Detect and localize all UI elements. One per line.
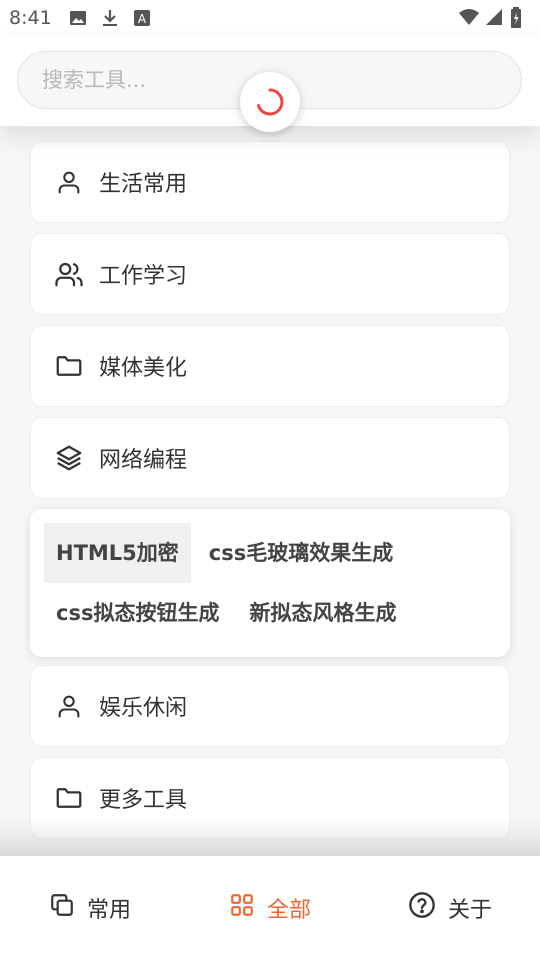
nav-common[interactable]: 常用 [0, 856, 180, 960]
category-label: 娱乐休闲 [99, 696, 188, 721]
loading-spinner [240, 72, 300, 132]
category-label: 生活常用 [99, 172, 188, 197]
users-icon [53, 258, 85, 290]
nav-about[interactable]: 关于 [360, 856, 540, 960]
wifi-icon [458, 7, 479, 27]
category-card-network[interactable]: 网络编程 [30, 417, 510, 499]
category-card-media[interactable]: 媒体美化 [30, 325, 510, 407]
folder-icon [53, 350, 85, 382]
nav-label: 关于 [447, 898, 492, 923]
svg-text:A: A [138, 12, 147, 26]
status-time: 8:41 [9, 7, 52, 29]
category-list: 生活常用 工作学习 媒体美化 网络编程 HTML5加密 css毛玻璃效果生成 c… [30, 141, 510, 849]
user-icon [53, 690, 85, 722]
nav-label: 全部 [266, 898, 311, 923]
signal-icon [484, 7, 504, 27]
category-label: 媒体美化 [99, 356, 188, 381]
text-icon: A [132, 8, 152, 28]
subtool-chip[interactable]: css毛玻璃效果生成 [197, 523, 405, 583]
category-label: 工作学习 [99, 264, 188, 289]
scroll-fade [0, 820, 540, 856]
folder-icon [53, 782, 85, 814]
user-icon [53, 166, 85, 198]
category-card-life[interactable]: 生活常用 [30, 141, 510, 223]
category-label: 网络编程 [99, 448, 188, 473]
status-bar: 8:41 A [0, 0, 540, 36]
copy-icon [49, 892, 75, 924]
subtool-chip[interactable]: 新拟态风格生成 [237, 583, 408, 643]
spinner-arc-icon [257, 88, 284, 116]
nav-label: 常用 [86, 898, 131, 923]
grid-icon [229, 892, 255, 924]
subtool-chip[interactable]: css拟态按钮生成 [44, 583, 231, 643]
battery-icon [510, 7, 530, 28]
bottom-nav: 常用 全部 关于 [0, 856, 540, 960]
download-icon [100, 8, 120, 28]
category-card-work[interactable]: 工作学习 [30, 233, 510, 315]
category-card-entertainment[interactable]: 娱乐休闲 [30, 665, 510, 747]
help-icon [408, 891, 436, 925]
image-icon [68, 8, 88, 28]
category-label: 更多工具 [99, 788, 188, 813]
nav-all[interactable]: 全部 [180, 856, 360, 960]
subtool-panel: HTML5加密 css毛玻璃效果生成 css拟态按钮生成 新拟态风格生成 [30, 509, 510, 657]
layers-icon [53, 442, 85, 474]
subtool-chip[interactable]: HTML5加密 [44, 523, 191, 583]
